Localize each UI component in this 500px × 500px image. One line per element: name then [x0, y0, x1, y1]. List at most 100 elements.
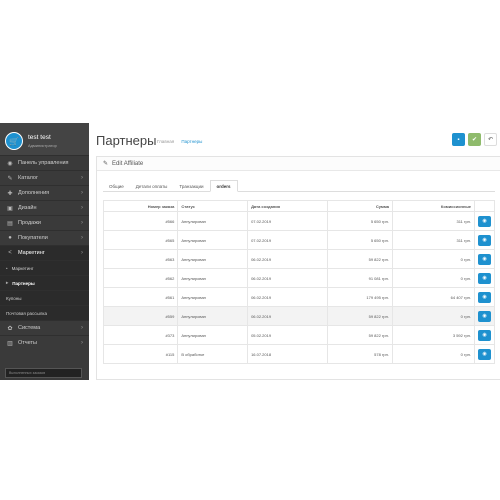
- view-order-button[interactable]: ◉: [478, 253, 491, 265]
- cell-date: 16.07.2018: [247, 344, 328, 364]
- avatar[interactable]: 🛒: [5, 132, 23, 150]
- chart-icon: ▥: [7, 340, 13, 347]
- tab-3[interactable]: orders: [209, 180, 238, 192]
- toolbar: ▪ ✔ ↶: [452, 133, 497, 146]
- view-order-button[interactable]: ◉: [478, 291, 491, 303]
- sidebar-item-label: Панель управления: [18, 160, 69, 166]
- table-row: #562 Аннулирован 06.02.2019 91 081 грн. 0 гр…: [102, 268, 495, 288]
- sidebar-subitem-2[interactable]: Купоны: [0, 290, 89, 305]
- table-row: #566 Аннулирован 07.02.2019 5 650 грн. 311 г…: [102, 211, 495, 231]
- page-title: Партнеры: [96, 133, 157, 148]
- column-header[interactable]: Номер заказа: [102, 200, 179, 212]
- column-header[interactable]: Дата создания: [247, 200, 328, 212]
- table-row: #115 В обработке 16.07.2018 578 грн. 0 грн. ◉: [102, 344, 495, 364]
- tabs: Общие Детали оплаты Транзакции orders: [103, 180, 495, 192]
- cell-date: 07.02.2019: [247, 211, 328, 231]
- cell-commission: 0 грн.: [391, 268, 476, 288]
- breadcrumb: Главная Партнеры: [157, 139, 202, 144]
- back-button[interactable]: ↶: [484, 133, 497, 146]
- dashboard-icon: ◉: [7, 160, 13, 167]
- cell-date: 06.02.2019: [247, 287, 328, 307]
- gear-icon: ✿: [7, 325, 13, 332]
- sidebar-subitem-label: Купоны: [6, 295, 22, 301]
- sidebar: 🛒 test test Администратор ◉ Панель управл…: [0, 123, 89, 380]
- sidebar-subitem-3[interactable]: Почтовая рассылка: [0, 305, 89, 320]
- check-icon: ✔: [471, 137, 478, 143]
- cart-icon: ▤: [7, 220, 13, 227]
- chevron-down-icon: ›: [81, 250, 83, 256]
- cell-date: 06.02.2019: [247, 249, 328, 269]
- cell-order: #115: [102, 344, 179, 364]
- cell-sum: 578 грн.: [326, 344, 393, 364]
- cell-action: ◉: [474, 230, 495, 250]
- cell-commission: 311 грн.: [391, 230, 476, 250]
- sidebar-item-1[interactable]: ✎ Каталог ›: [0, 170, 89, 185]
- cell-status: Аннулирован: [177, 268, 249, 288]
- sidebar-subitem-label: Почтовая рассылка: [6, 310, 47, 316]
- caret-icon: ▸: [6, 280, 9, 285]
- view-order-button[interactable]: ◉: [478, 310, 491, 322]
- cell-order: #561: [102, 287, 179, 307]
- column-header[interactable]: Статус: [177, 200, 249, 212]
- sidebar-item-label: Каталог: [18, 175, 38, 181]
- sidebar-item-label: Покупатели: [18, 235, 48, 241]
- panel-heading: ✎ Edit Affiliate: [97, 157, 500, 171]
- column-header[interactable]: Комиссионные: [391, 200, 476, 212]
- cell-order: #562: [102, 268, 179, 288]
- sidebar-subitem-0[interactable]: • Маркетинг: [0, 260, 89, 275]
- sidebar-item-label: Продажи: [18, 220, 41, 226]
- tab-2[interactable]: Транзакции: [173, 180, 209, 192]
- view-order-button[interactable]: ◉: [478, 272, 491, 284]
- view-order-button[interactable]: ◉: [478, 348, 491, 360]
- sidebar-item-2[interactable]: ✚ Дополнения ›: [0, 185, 89, 200]
- sidebar-item-label: Дизайн: [18, 205, 37, 211]
- chevron-right-icon: ›: [81, 325, 83, 331]
- cell-action: ◉: [474, 344, 495, 364]
- view-order-button[interactable]: ◉: [478, 329, 491, 341]
- sidebar-item-label: Маркетинг: [18, 250, 45, 256]
- sidebar-subitem-1[interactable]: ▸ Партнеры: [0, 275, 89, 290]
- cell-commission: 64 407 грн.: [391, 287, 476, 307]
- breadcrumb-home[interactable]: Главная: [157, 139, 174, 144]
- chevron-right-icon: ›: [81, 340, 83, 346]
- confirm-button[interactable]: ✔: [468, 133, 481, 146]
- chevron-right-icon: ›: [81, 220, 83, 226]
- view-order-button[interactable]: ◉: [478, 234, 491, 246]
- tab-1[interactable]: Детали оплаты: [130, 180, 174, 192]
- cell-commission: 3 592 грн.: [391, 325, 476, 345]
- panel-title: Edit Affiliate: [112, 160, 144, 167]
- cell-date: 06.02.2019: [247, 306, 328, 326]
- tab-0[interactable]: Общие: [103, 180, 130, 192]
- cell-order: #566: [102, 211, 179, 231]
- tag-icon: ✎: [7, 175, 13, 182]
- affiliate-panel: ✎ Edit Affiliate Общие Детали оплаты Транз…: [96, 156, 500, 380]
- cell-commission: 0 грн.: [391, 306, 476, 326]
- cell-status: Аннулирован: [177, 306, 249, 326]
- cell-sum: 59 822 грн.: [326, 249, 393, 269]
- sidebar-item-6[interactable]: < Маркетинг ›: [0, 245, 89, 260]
- chevron-right-icon: ›: [81, 190, 83, 196]
- view-order-button[interactable]: ◉: [478, 215, 491, 227]
- cell-status: Аннулирован: [177, 230, 249, 250]
- sidebar-item-label: Дополнения: [18, 190, 50, 196]
- save-button[interactable]: ▪: [452, 133, 465, 146]
- cell-commission: 0 грн.: [391, 249, 476, 269]
- table-row: #563 Аннулирован 06.02.2019 59 822 грн. 0 гр…: [102, 249, 495, 269]
- breadcrumb-current[interactable]: Партнеры: [181, 139, 202, 144]
- table-row: #373 Аннулирован 05.02.2019 59 822 грн. 3 59…: [102, 325, 495, 345]
- chevron-right-icon: ›: [81, 235, 83, 241]
- sidebar-item-bottom-0[interactable]: ✿ Система ›: [0, 320, 89, 335]
- sidebar-item-3[interactable]: ▣ Дизайн ›: [0, 200, 89, 215]
- profile-role: Администратор: [28, 143, 57, 148]
- cell-status: В обработке: [177, 344, 249, 364]
- sidebar-item-5[interactable]: ● Покупатели ›: [0, 230, 89, 245]
- cell-status: Аннулирован: [177, 287, 249, 307]
- sidebar-item-bottom-1[interactable]: ▥ Отчеты ›: [0, 335, 89, 350]
- cell-commission: 311 грн.: [391, 211, 476, 231]
- column-header[interactable]: Сумма: [326, 200, 393, 212]
- puzzle-icon: ✚: [7, 190, 13, 197]
- monitor-icon: ▣: [7, 205, 13, 212]
- sidebar-item-4[interactable]: ▤ Продажи ›: [0, 215, 89, 230]
- sidebar-item-0[interactable]: ◉ Панель управления: [0, 155, 89, 170]
- column-header-actions: [474, 200, 495, 212]
